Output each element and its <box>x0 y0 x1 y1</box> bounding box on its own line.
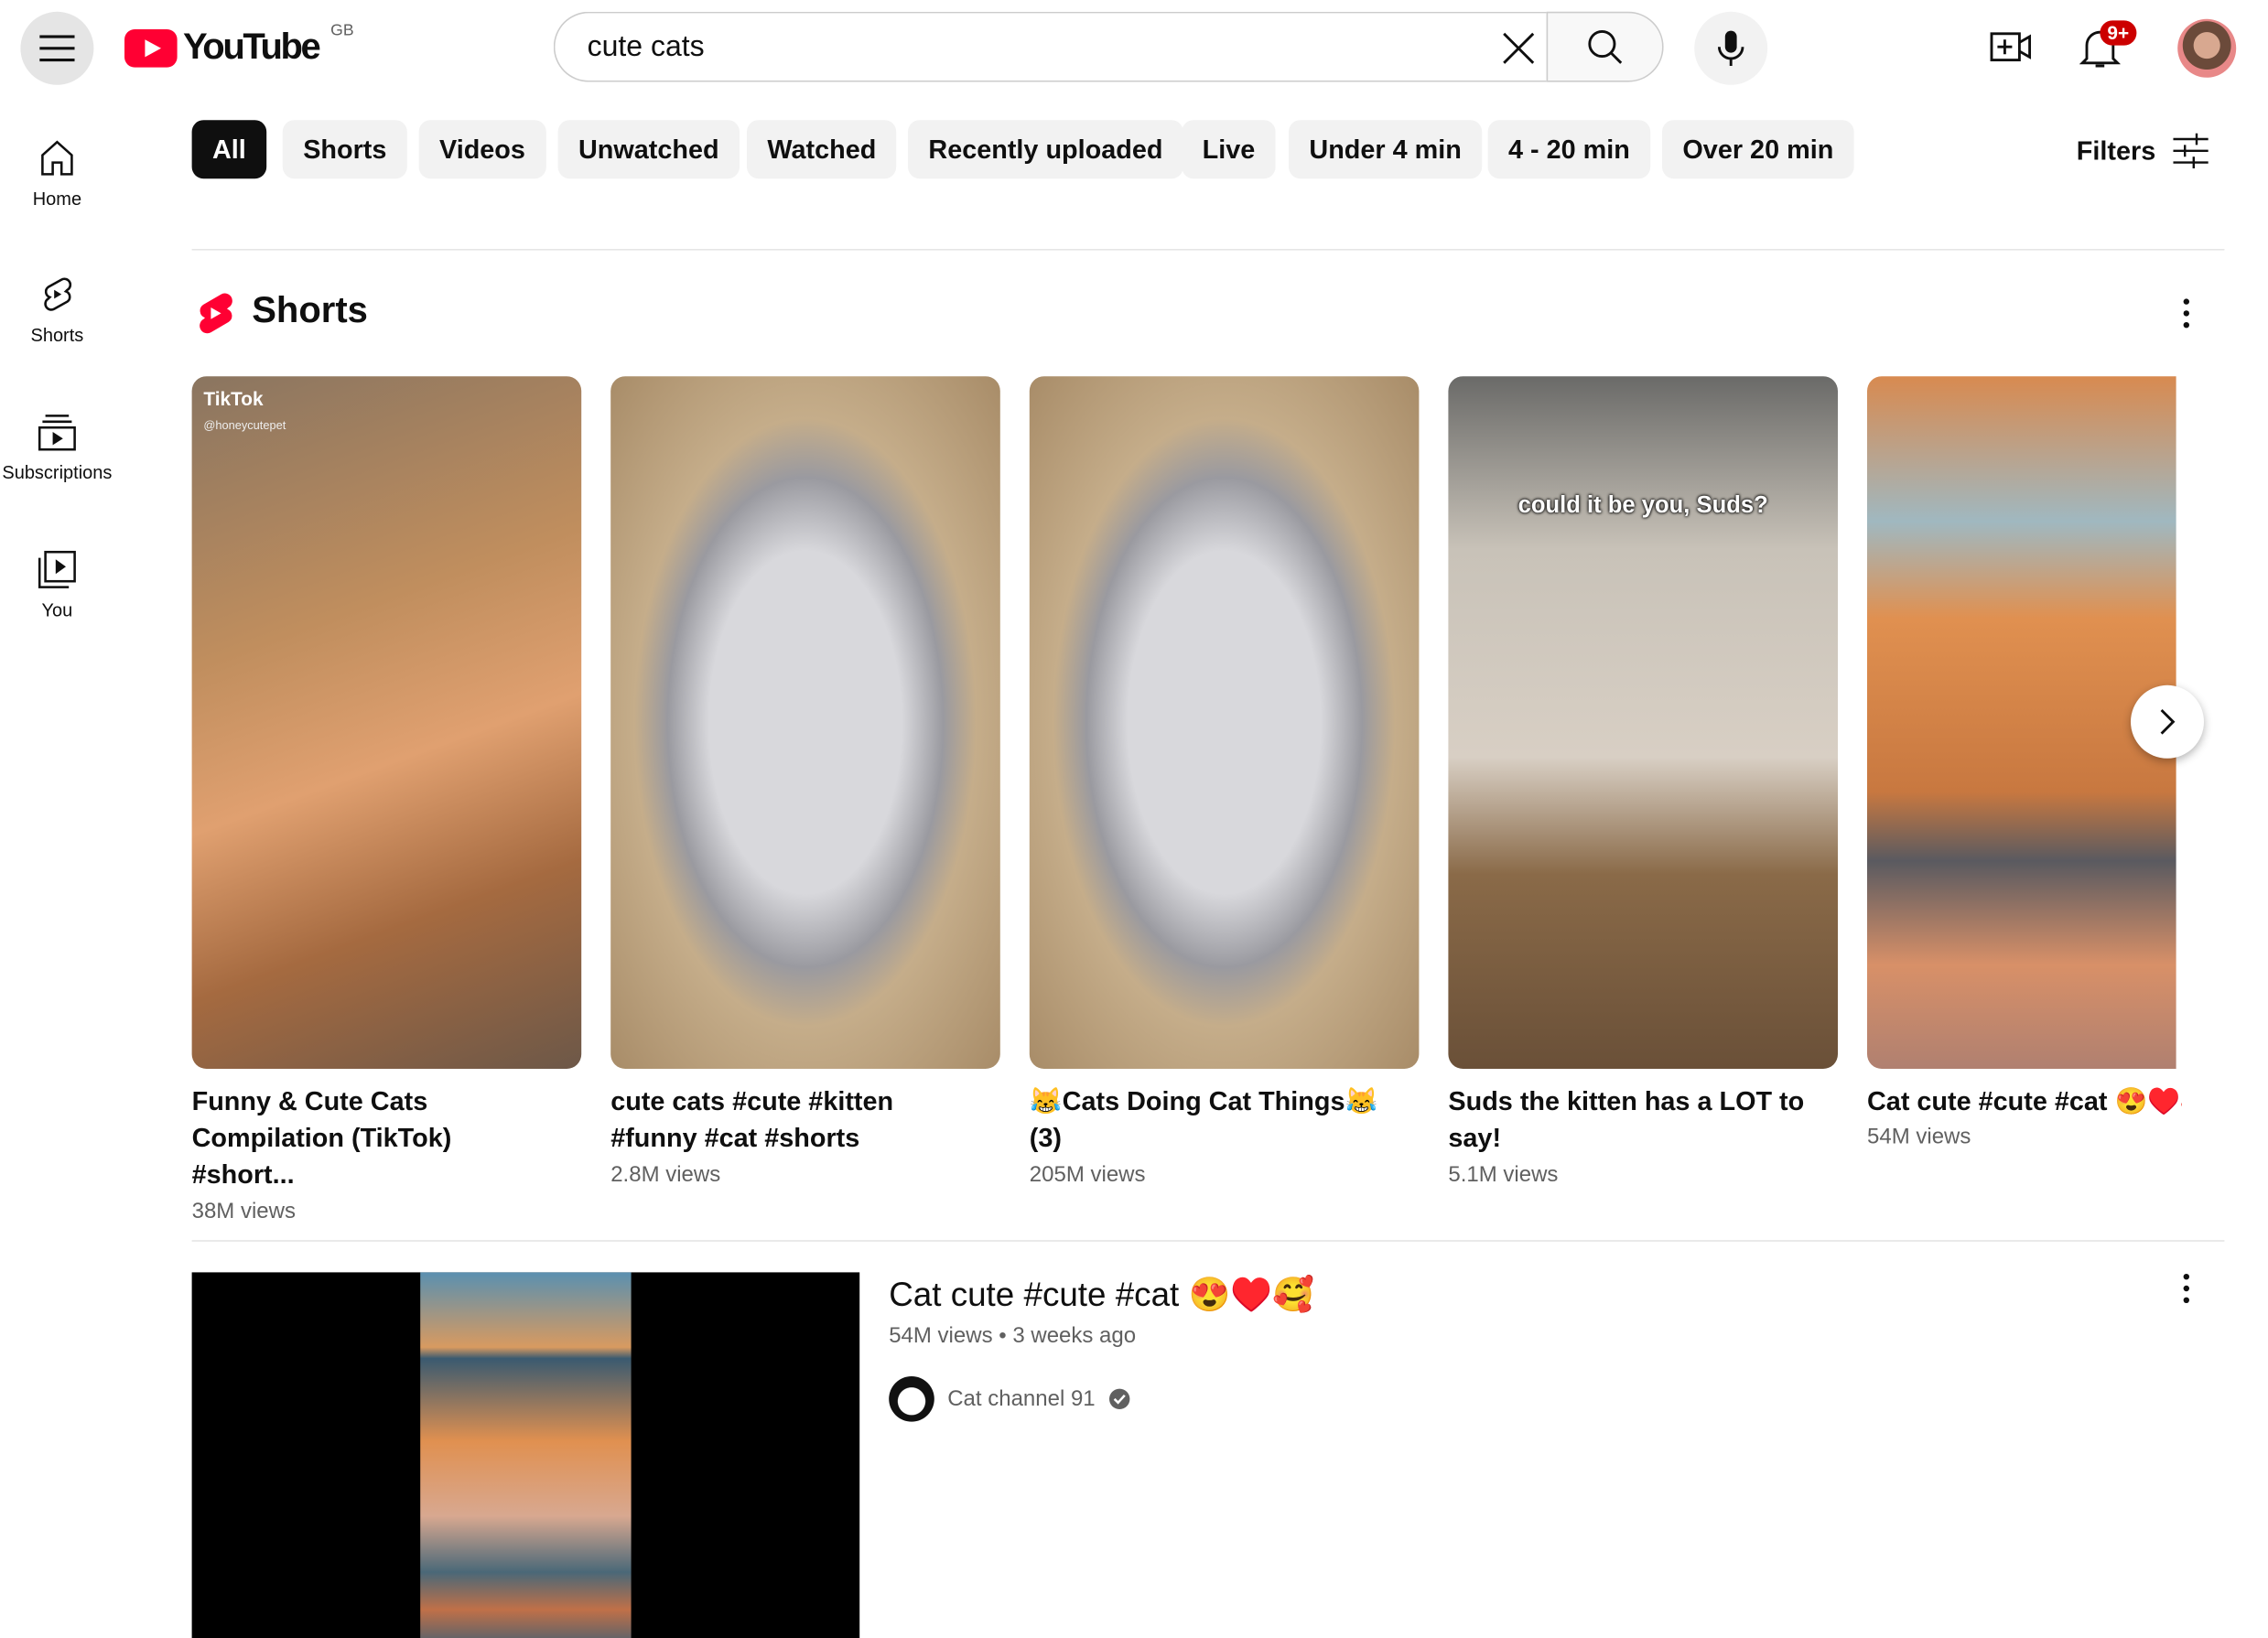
chip-shorts[interactable]: Shorts <box>282 120 407 179</box>
short-title[interactable]: Suds the kitten has a LOT to say! <box>1448 1083 1814 1157</box>
caption-overlay: could it be you, Suds? <box>1517 493 1768 519</box>
short-item-4[interactable]: Suds the kitten has a LOT to say! 5.1M vi… <box>1448 1083 1814 1188</box>
sidebar-item-home[interactable]: Home <box>0 139 114 210</box>
divider <box>191 249 2225 251</box>
notifications-button[interactable]: 9+ <box>2079 20 2137 70</box>
video-thumbnail-image <box>420 1272 632 1638</box>
chip-all[interactable]: All <box>191 120 267 179</box>
voice-search-button[interactable] <box>1694 11 1768 85</box>
youtube-logo[interactable]: YouTube GB <box>124 21 354 69</box>
video-metadata: 54M views • 3 weeks ago <box>889 1323 1136 1348</box>
short-item-1[interactable]: Funny & Cute Cats Compilation (TikTok) #… <box>191 1083 558 1224</box>
short-views: 5.1M views <box>1448 1162 1559 1188</box>
video-more-options-icon[interactable] <box>2179 1272 2194 1304</box>
chip-recently-uploaded[interactable]: Recently uploaded <box>908 120 1183 179</box>
short-title[interactable]: 😹Cats Doing Cat Things😹 (3) <box>1030 1083 1396 1157</box>
short-title[interactable]: Funny & Cute Cats Compilation (TikTok) #… <box>192 1083 558 1193</box>
sidebar-label: Home <box>32 189 82 210</box>
short-views: 2.8M views <box>610 1162 721 1188</box>
youtube-play-icon <box>124 28 178 67</box>
avatar[interactable] <box>2177 18 2237 78</box>
short-thumbnail-5[interactable] <box>1867 376 2176 1069</box>
next-button[interactable] <box>2131 684 2204 759</box>
short-views: 54M views <box>1867 1124 1971 1149</box>
sidebar-label: Subscriptions <box>2 462 113 483</box>
short-title[interactable]: Cat cute #cute #cat 😍♥️🥰 <box>1867 1083 2182 1120</box>
shorts-icon <box>44 277 72 311</box>
search-box[interactable] <box>553 11 1547 82</box>
logo-text: YouTube <box>183 26 321 68</box>
sidebar-item-you[interactable]: You <box>0 550 114 621</box>
verified-icon <box>1108 1388 1130 1409</box>
sidebar-label: Shorts <box>30 325 84 346</box>
short-thumbnail-3[interactable] <box>1029 376 1420 1069</box>
search-icon <box>1588 29 1623 64</box>
more-options-icon[interactable] <box>2179 297 2194 329</box>
filters-label: Filters <box>2076 135 2156 165</box>
short-views: 38M views <box>191 1199 296 1224</box>
video-age: 3 weeks ago <box>1012 1323 1137 1349</box>
short-item-3[interactable]: 😹Cats Doing Cat Things😹 (3) 205M views <box>1029 1083 1396 1188</box>
chevron-right-icon <box>2160 708 2176 735</box>
tiktok-handle: @honeycutepet <box>203 418 286 432</box>
short-thumbnail-4[interactable]: could it be you, Suds? <box>1448 376 1838 1069</box>
separator: • <box>999 1323 1007 1349</box>
filters-icon <box>2173 133 2209 168</box>
channel-link[interactable]: Cat channel 91 <box>889 1376 1130 1422</box>
notification-badge: 9+ <box>2100 20 2137 46</box>
video-title[interactable]: Cat cute #cute #cat 😍♥️🥰 <box>889 1276 1314 1315</box>
short-thumbnail-2[interactable] <box>610 376 1000 1069</box>
shorts-logo-icon <box>200 293 232 334</box>
search-button[interactable] <box>1546 11 1664 82</box>
sidebar-label: You <box>41 600 73 621</box>
short-title[interactable]: cute cats #cute #kitten #funny #cat #sho… <box>610 1083 977 1157</box>
chip-under-4-min[interactable]: Under 4 min <box>1289 120 1483 179</box>
channel-name[interactable]: Cat channel 91 <box>947 1386 1095 1411</box>
hamburger-icon <box>39 35 75 62</box>
video-views: 54M views <box>889 1323 993 1349</box>
clear-search-icon[interactable] <box>1501 31 1536 66</box>
home-icon <box>41 140 73 176</box>
chip-watched[interactable]: Watched <box>747 120 897 179</box>
video-thumbnail[interactable] <box>191 1272 860 1638</box>
microphone-icon <box>1717 30 1744 67</box>
section-title: Shorts <box>252 289 368 331</box>
chip-over-20-min[interactable]: Over 20 min <box>1662 120 1854 179</box>
divider <box>191 1240 2225 1242</box>
subscriptions-icon <box>38 415 76 451</box>
tiktok-watermark: TikTok <box>203 388 264 410</box>
you-icon <box>38 550 76 588</box>
chip-videos[interactable]: Videos <box>418 120 546 179</box>
search-input[interactable] <box>584 29 1469 66</box>
sidebar-item-subscriptions[interactable]: Subscriptions <box>0 413 114 483</box>
menu-button[interactable] <box>20 11 94 85</box>
short-item-5[interactable]: Cat cute #cute #cat 😍♥️🥰 54M views <box>1867 1083 2182 1149</box>
chip-unwatched[interactable]: Unwatched <box>557 120 740 179</box>
create-video-icon[interactable] <box>1990 29 2032 64</box>
short-item-2[interactable]: cute cats #cute #kitten #funny #cat #sho… <box>610 1083 977 1188</box>
filters-button[interactable]: Filters <box>2076 133 2209 168</box>
youtube-search-page: YouTube GB 9+ Home Shorts Subscriptions … <box>0 0 2268 1638</box>
sidebar-item-shorts[interactable]: Shorts <box>0 275 114 346</box>
region-label: GB <box>330 21 354 39</box>
channel-avatar[interactable] <box>889 1376 934 1422</box>
short-views: 205M views <box>1029 1162 1146 1188</box>
chip-4-20-min[interactable]: 4 - 20 min <box>1487 120 1651 179</box>
short-thumbnail-1[interactable]: TikTok @honeycutepet <box>191 376 582 1069</box>
chip-live[interactable]: Live <box>1182 120 1276 179</box>
